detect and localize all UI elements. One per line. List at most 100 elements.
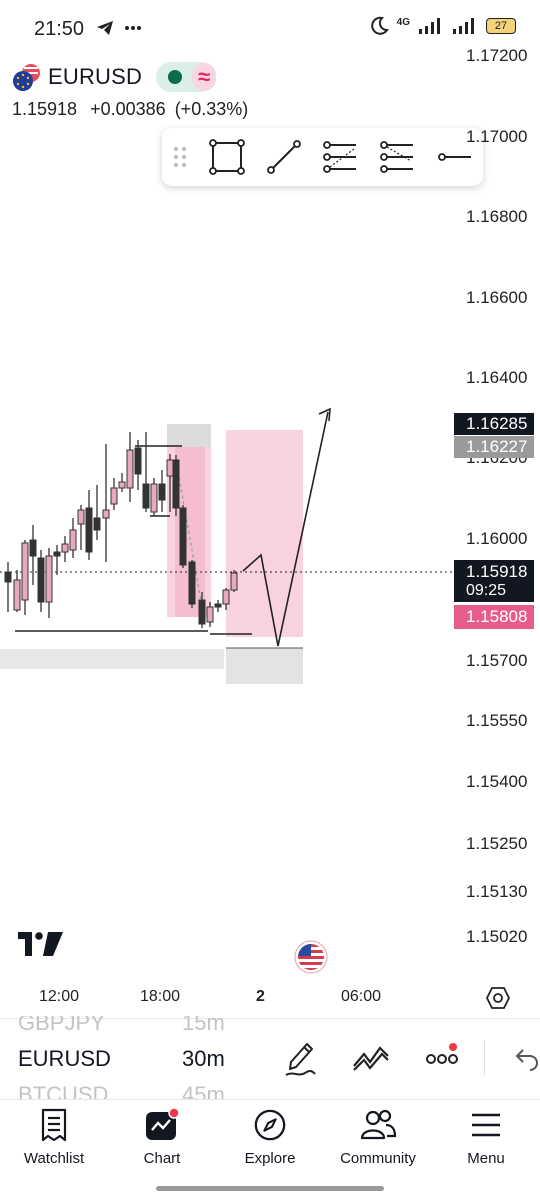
drawing-pen-icon[interactable]	[283, 1038, 317, 1078]
chart-settings-icon[interactable]	[486, 986, 510, 1010]
compass-icon	[254, 1109, 286, 1141]
watchlist-icon	[41, 1108, 67, 1142]
symbol-picker[interactable]: GBPJPY 15m EURUSD 30m BTCUSD 45m	[0, 1016, 270, 1100]
candle-body	[179, 507, 187, 566]
bar-countdown: 09:25	[466, 582, 507, 599]
price-tag-upper: 1.16285	[454, 413, 534, 435]
telegram-icon	[97, 21, 113, 35]
candle-body	[37, 557, 45, 603]
candle-body	[77, 509, 85, 525]
nav-item-watchlist[interactable]: Watchlist	[0, 1108, 108, 1167]
price-axis-label: 1.16800	[466, 207, 528, 226]
time-label: 12:00	[39, 988, 80, 1005]
nav-label: Chart	[143, 1150, 181, 1167]
time-label: 2	[256, 988, 265, 1005]
candle-body	[198, 599, 206, 625]
fib-extension-icon	[379, 141, 413, 173]
candle-body	[61, 543, 69, 553]
nav-label: Explore	[244, 1150, 296, 1167]
more-options-icon[interactable]	[426, 1042, 462, 1072]
pink-zone-right	[226, 430, 303, 637]
status-notification-icons	[96, 20, 142, 36]
moon-icon	[370, 16, 389, 35]
projection-arrowhead	[318, 407, 331, 422]
picker-symbol: EURUSD	[18, 1046, 111, 1071]
candle-body	[21, 542, 29, 601]
price-tag-upper-2: 1.16227	[454, 436, 534, 458]
candle-body	[188, 561, 196, 605]
fib-extension-tool-button[interactable]	[369, 128, 426, 186]
picker-symbol: GBPJPY	[18, 1016, 105, 1035]
price-axis-label: 1.16400	[466, 368, 528, 387]
nav-label: Watchlist	[23, 1150, 85, 1167]
undo-icon[interactable]	[514, 1046, 540, 1072]
candle-body	[93, 517, 101, 531]
price-axis-label: 1.15400	[466, 772, 528, 791]
rectangle-icon	[208, 139, 245, 175]
price-axis-label: 1.17000	[466, 127, 528, 146]
price-axis-label: 1.15550	[466, 711, 528, 730]
people-icon	[360, 1109, 397, 1140]
price-axis-label: 1.15700	[466, 651, 528, 670]
time-label: 18:00	[140, 988, 181, 1005]
trend-line-tool-button[interactable]	[255, 128, 312, 186]
signal-icon-1	[419, 18, 440, 34]
symbol-picker-next[interactable]: BTCUSD 45m	[18, 1082, 225, 1100]
gesture-bar	[156, 1186, 384, 1191]
candle-body	[214, 603, 222, 608]
drag-handle-icon[interactable]	[162, 146, 198, 168]
nav-label: Community	[340, 1150, 416, 1167]
current-price-tag: 1.15918 09:25	[454, 560, 534, 602]
candle-body	[158, 483, 166, 501]
price-axis-label: 1.15130	[466, 882, 528, 901]
status-time: 21:50	[34, 18, 85, 40]
nav-item-community[interactable]: Community	[324, 1108, 432, 1167]
picker-interval: 15m	[182, 1016, 225, 1035]
time-axis: 12:00 18:00 2 06:00	[0, 982, 540, 1012]
price-axis-label: 1.16000	[466, 529, 528, 548]
symbol-picker-current[interactable]: EURUSD 30m	[18, 1046, 225, 1072]
bottom-nav: Watchlist Chart Explore Community Menu	[0, 1100, 540, 1200]
fib-retracement-tool-button[interactable]	[312, 128, 369, 186]
candle-body	[142, 483, 150, 509]
economic-event-flag-icon[interactable]	[294, 940, 328, 974]
candle-body	[230, 572, 238, 591]
candle-body	[13, 579, 21, 611]
price-axis-label: 1.17200	[466, 46, 528, 65]
candle-body	[4, 571, 12, 583]
symbol-picker-prev[interactable]: GBPJPY 15m	[18, 1016, 225, 1036]
nav-item-chart[interactable]: Chart	[108, 1108, 216, 1167]
time-label: 06:00	[341, 988, 382, 1005]
trend-line-icon	[266, 140, 301, 174]
candle-body	[172, 459, 180, 509]
price-axis-label: 1.15250	[466, 834, 528, 853]
picker-interval: 45m	[182, 1082, 225, 1100]
candle-body	[166, 459, 174, 477]
lower-gray-zone-right	[226, 648, 303, 684]
fib-retracement-icon	[322, 141, 356, 173]
tradingview-logo-icon[interactable]	[18, 932, 64, 956]
candle-body	[53, 551, 61, 557]
candle-body	[69, 529, 77, 551]
candle-body	[222, 589, 230, 605]
candle-body	[110, 487, 118, 505]
price-tag-lower: 1.15808	[454, 605, 534, 629]
network-type: 4G	[396, 16, 410, 28]
nav-item-menu[interactable]: Menu	[432, 1108, 540, 1167]
current-price-value: 1.15918	[466, 562, 528, 581]
indicators-icon[interactable]	[352, 1042, 390, 1076]
candle-body	[150, 483, 158, 513]
candle-body	[206, 606, 214, 623]
battery-icon: 27	[486, 18, 516, 34]
candle-body	[102, 509, 110, 519]
rectangle-tool-button[interactable]	[198, 128, 255, 186]
status-right: 4G 27	[369, 16, 516, 36]
picker-symbol: BTCUSD	[18, 1082, 109, 1100]
price-axis-label: 1.16600	[466, 288, 528, 307]
more-notifications-icon	[125, 26, 141, 30]
upper-gray-zone	[167, 424, 211, 447]
picker-interval: 30m	[182, 1046, 225, 1071]
drawing-toolbar	[162, 128, 483, 186]
nav-item-explore[interactable]: Explore	[216, 1108, 324, 1167]
candle-body	[134, 447, 142, 475]
